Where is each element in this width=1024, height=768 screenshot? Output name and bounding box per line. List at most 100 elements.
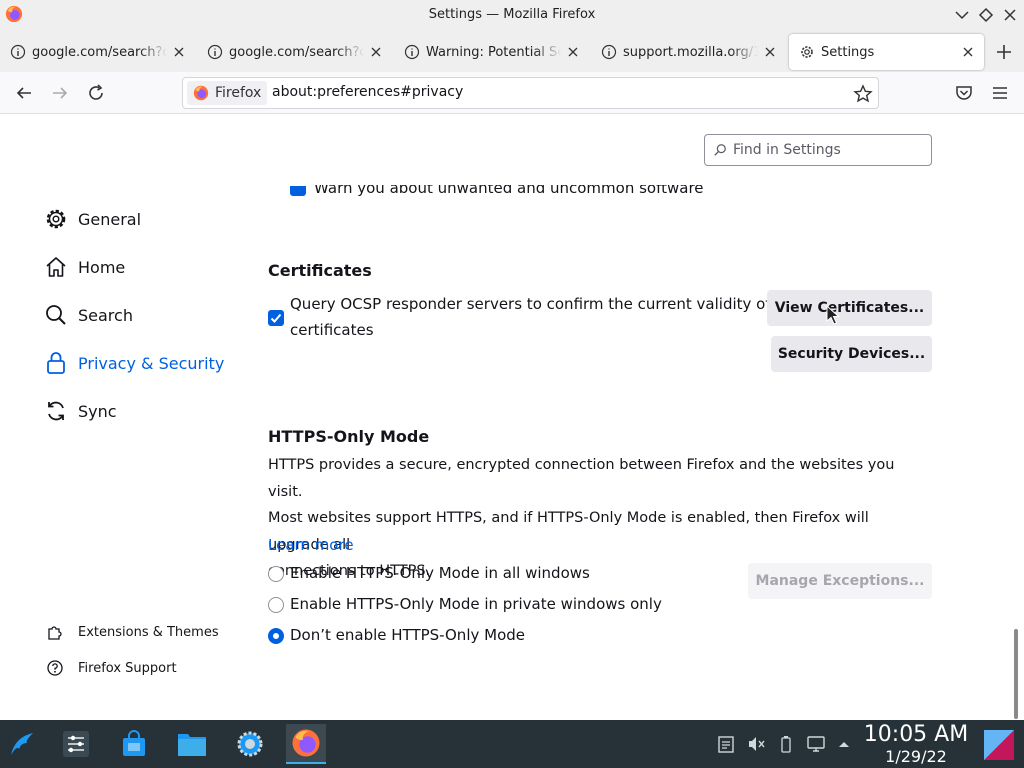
gear-icon xyxy=(801,46,813,58)
category-sync[interactable]: Sync xyxy=(44,387,244,435)
category-label: Home xyxy=(78,257,126,277)
extensions-label: Extensions & Themes xyxy=(78,624,219,640)
category-label: General xyxy=(78,209,142,229)
close-tab-icon[interactable] xyxy=(960,44,976,60)
firefox-logo-icon xyxy=(292,729,320,757)
sliders-icon xyxy=(63,731,89,757)
tab-google-search-2[interactable]: google.com/search?cli xyxy=(197,34,392,70)
clock-date[interactable]: 1/29/22 xyxy=(862,747,970,766)
category-label: Sync xyxy=(78,401,117,421)
tab-google-search-1[interactable]: google.com/search?cli xyxy=(0,34,195,70)
find-in-settings-input[interactable]: Find in Settings xyxy=(704,134,932,166)
learn-more-link[interactable]: Learn more xyxy=(268,536,354,554)
ocsp-label-line1: Query OCSP responder servers to confirm … xyxy=(290,295,771,313)
category-general[interactable]: General xyxy=(44,195,244,243)
search-icon xyxy=(46,305,66,325)
https-only-heading: HTTPS-Only Mode xyxy=(268,427,430,446)
tab-label: support.mozilla.org/1/ xyxy=(623,44,758,60)
https-disabled-radio[interactable] xyxy=(268,628,284,644)
puzzle-icon xyxy=(48,626,62,640)
file-manager-button[interactable] xyxy=(172,724,212,764)
ocsp-checkbox[interactable] xyxy=(268,310,284,326)
clipboard-icon[interactable] xyxy=(716,734,736,754)
pocket-icon[interactable] xyxy=(954,83,974,103)
category-label: Search xyxy=(78,305,133,325)
category-label: Privacy & Security xyxy=(78,353,225,373)
mouse-cursor-icon xyxy=(826,305,840,325)
tab-support-mozilla[interactable]: support.mozilla.org/1/ xyxy=(591,34,786,70)
url-text[interactable]: about:preferences#privacy xyxy=(272,84,463,100)
firefox-taskbar-button[interactable] xyxy=(286,724,326,764)
close-tab-icon[interactable] xyxy=(171,44,187,60)
new-tab-icon[interactable] xyxy=(994,42,1014,62)
settings-app-button[interactable] xyxy=(230,724,270,764)
view-certificates-button[interactable]: View Certificates... xyxy=(767,290,932,326)
navigation-bar: Firefox about:preferences#privacy xyxy=(0,72,1024,114)
home-icon xyxy=(46,257,66,277)
ocsp-label-line2: certificates xyxy=(290,321,374,339)
volume-muted-icon[interactable] xyxy=(746,734,766,754)
tab-label: google.com/search?cli xyxy=(229,44,364,60)
identity-box[interactable]: Firefox xyxy=(187,81,267,105)
firefox-support-link[interactable]: Firefox Support xyxy=(46,659,246,677)
scrollbar-thumb[interactable] xyxy=(1014,629,1018,719)
battery-icon[interactable] xyxy=(776,734,796,754)
reload-icon[interactable] xyxy=(86,83,106,103)
gear-icon xyxy=(237,731,263,757)
close-tab-icon[interactable] xyxy=(368,44,384,60)
desc-line: HTTPS provides a secure, encrypted conne… xyxy=(268,457,895,500)
manage-exceptions-button[interactable]: Manage Exceptions... xyxy=(748,563,932,599)
launcher-icon xyxy=(11,733,33,755)
close-tab-icon[interactable] xyxy=(565,44,581,60)
unwanted-software-label: Warn you about unwanted and uncommon sof… xyxy=(314,179,704,197)
category-home[interactable]: Home xyxy=(44,243,244,291)
firefox-logo-icon xyxy=(193,85,209,101)
url-bar[interactable]: Firefox about:preferences#privacy xyxy=(182,77,879,109)
tab-label: Warning: Potential Sec xyxy=(426,44,561,60)
show-desktop-icon[interactable] xyxy=(982,728,1016,762)
certificates-heading: Certificates xyxy=(268,261,372,280)
extensions-themes-link[interactable]: Extensions & Themes xyxy=(46,623,246,641)
security-devices-button[interactable]: Security Devices... xyxy=(771,336,932,372)
support-label: Firefox Support xyxy=(78,660,177,676)
desc-line: Most websites support HTTPS, and if HTTP… xyxy=(268,510,869,553)
https-private-only-radio[interactable] xyxy=(268,597,284,613)
help-icon xyxy=(47,660,63,676)
app-launcher-button[interactable] xyxy=(2,724,42,764)
https-all-windows-radio[interactable] xyxy=(268,566,284,582)
info-icon xyxy=(404,44,420,60)
system-settings-button[interactable] xyxy=(56,724,96,764)
tray-expand-icon[interactable] xyxy=(834,734,854,754)
tab-warning[interactable]: Warning: Potential Sec xyxy=(394,34,589,70)
unwanted-software-checkbox[interactable] xyxy=(290,186,306,196)
menu-icon[interactable] xyxy=(990,83,1010,103)
sync-icon xyxy=(48,401,64,421)
folder-icon xyxy=(178,734,206,756)
tab-settings[interactable]: Settings xyxy=(789,34,984,70)
category-privacy-security[interactable]: Privacy & Security xyxy=(44,339,244,387)
discover-store-button[interactable] xyxy=(114,724,154,764)
close-window-icon[interactable] xyxy=(1000,5,1020,25)
lock-icon xyxy=(47,352,65,374)
info-icon xyxy=(207,44,223,60)
minimize-icon[interactable] xyxy=(952,5,972,25)
category-nav: General Home Search Privacy & Security S… xyxy=(44,195,244,435)
bookmark-star-icon[interactable] xyxy=(853,84,873,104)
preferences-content: Find in Settings General Home Search Pri… xyxy=(0,115,1024,720)
clock-time[interactable]: 10:05 AM xyxy=(862,722,970,747)
checkmark-icon xyxy=(270,313,282,323)
back-icon[interactable] xyxy=(14,83,34,103)
tab-strip: google.com/search?cli google.com/search?… xyxy=(0,30,1024,72)
network-icon[interactable] xyxy=(806,734,826,754)
category-search[interactable]: Search xyxy=(44,291,244,339)
https-private-only-label[interactable]: Enable HTTPS-Only Mode in private window… xyxy=(290,595,662,613)
forward-icon[interactable] xyxy=(50,83,70,103)
find-placeholder: Find in Settings xyxy=(733,142,841,158)
window-titlebar: Settings — Mozilla Firefox xyxy=(0,0,1024,30)
https-all-windows-label[interactable]: Enable HTTPS-Only Mode in all windows xyxy=(290,564,590,582)
https-disabled-label[interactable]: Don’t enable HTTPS-Only Mode xyxy=(290,626,525,644)
tab-label: google.com/search?cli xyxy=(32,44,167,60)
maximize-icon[interactable] xyxy=(976,5,996,25)
identity-label: Firefox xyxy=(215,85,262,101)
close-tab-icon[interactable] xyxy=(762,44,778,60)
